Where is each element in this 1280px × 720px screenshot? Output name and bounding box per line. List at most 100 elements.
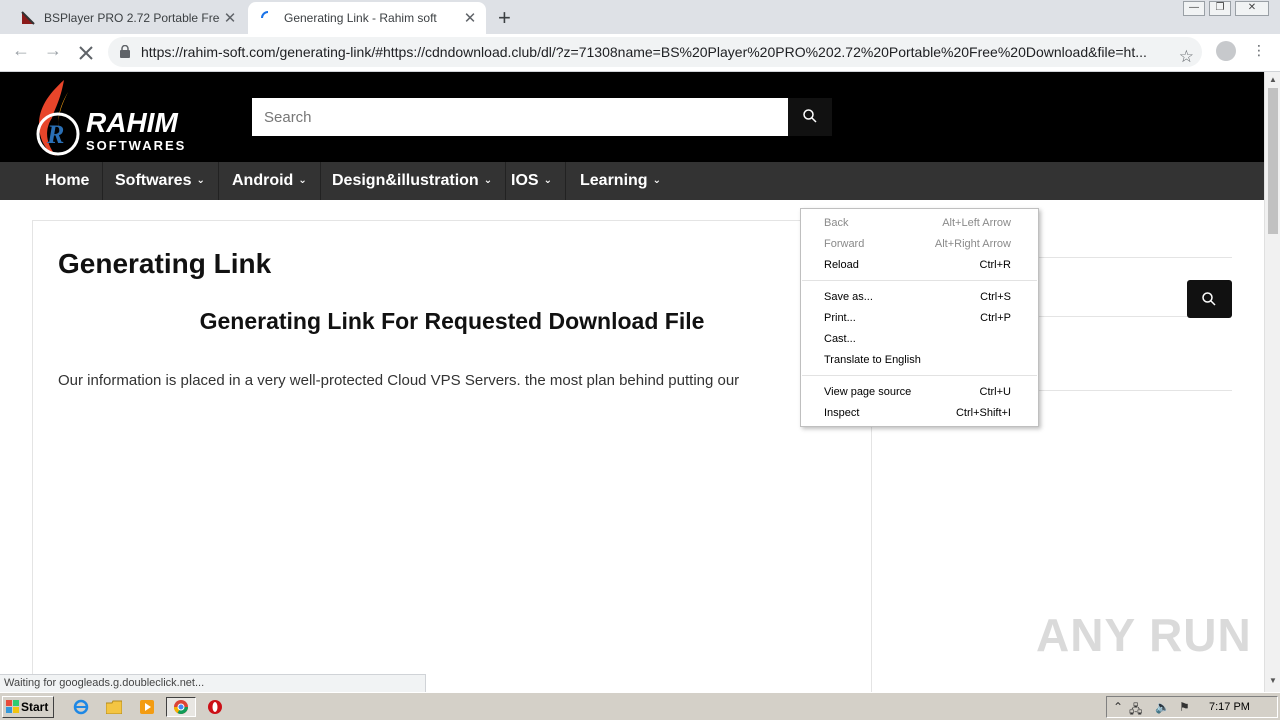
ctx-item-view-source[interactable]: View page source Ctrl+U bbox=[801, 382, 1038, 403]
tab-title: BSPlayer PRO 2.72 Portable Free Do bbox=[44, 11, 220, 25]
tab-close-icon[interactable]: ✕ bbox=[460, 9, 480, 27]
minimize-icon[interactable]: — bbox=[1183, 1, 1205, 16]
ctx-item-print[interactable]: Print... Ctrl+P bbox=[801, 308, 1038, 329]
tab-close-icon[interactable]: ✕ bbox=[220, 9, 240, 27]
start-label: Start bbox=[21, 700, 49, 714]
nav-item-ios[interactable]: IOS ⌄ bbox=[498, 162, 566, 200]
opera-icon[interactable] bbox=[204, 697, 226, 717]
action-center-flag-icon[interactable]: ⚑ bbox=[1179, 700, 1190, 714]
ctx-label: Back bbox=[824, 217, 849, 229]
forward-arrow-icon[interactable]: → bbox=[44, 40, 62, 61]
tab-generating-link[interactable]: Generating Link - Rahim soft ✕ bbox=[248, 2, 486, 34]
folder-icon[interactable] bbox=[103, 697, 125, 717]
window-close-icon[interactable]: ✕ bbox=[1235, 1, 1269, 16]
browser-toolbar: ← → https://rahim-soft.com/generating-li… bbox=[0, 34, 1280, 72]
chevron-down-icon: ⌄ bbox=[652, 175, 661, 186]
sidebar-search-input[interactable] bbox=[1038, 281, 1188, 317]
url-text: https://rahim-soft.com/generating-link/#… bbox=[141, 44, 1147, 60]
site-logo[interactable]: R RAHIM SOFTWARES bbox=[30, 78, 210, 158]
ctx-item-cast[interactable]: Cast... bbox=[801, 329, 1038, 350]
profile-avatar-icon[interactable] bbox=[1216, 41, 1236, 61]
ctx-shortcut: Ctrl+R bbox=[979, 259, 1011, 271]
ctx-shortcut: Ctrl+S bbox=[980, 291, 1011, 303]
windows-flag-icon bbox=[6, 700, 19, 713]
tab-title: Generating Link - Rahim soft bbox=[284, 11, 437, 25]
ctx-label: Reload bbox=[824, 259, 859, 271]
logo-letter: R bbox=[46, 120, 64, 149]
scroll-down-icon[interactable]: ▼ bbox=[1265, 676, 1280, 685]
ctx-item-inspect[interactable]: Inspect Ctrl+Shift+I bbox=[801, 403, 1038, 424]
search-input[interactable] bbox=[252, 98, 788, 136]
chrome-icon[interactable] bbox=[166, 697, 196, 717]
status-bar: Waiting for googleads.g.doubleclick.net.… bbox=[0, 674, 426, 692]
nav-label: Android bbox=[232, 172, 294, 189]
browser-menu-icon[interactable]: ⋮ bbox=[1252, 42, 1266, 59]
context-menu: Back Alt+Left Arrow Forward Alt+Right Arro… bbox=[800, 208, 1039, 427]
clock[interactable]: 7:17 PM bbox=[1209, 697, 1250, 717]
nav-item-home[interactable]: Home bbox=[32, 162, 104, 200]
ctx-label: Inspect bbox=[824, 407, 860, 419]
chevron-down-icon: ⌄ bbox=[543, 175, 552, 186]
loading-spinner-icon bbox=[261, 11, 269, 19]
scroll-thumb[interactable] bbox=[1268, 88, 1278, 234]
ctx-label: View page source bbox=[824, 386, 912, 398]
chevron-down-icon: ⌄ bbox=[298, 175, 307, 186]
tray-expand-icon[interactable]: ⌃ bbox=[1113, 700, 1123, 714]
chevron-down-icon: ⌄ bbox=[483, 175, 493, 186]
media-player-icon[interactable] bbox=[136, 697, 158, 717]
network-icon[interactable]: 🖧 bbox=[1129, 700, 1142, 720]
nav-label: Home bbox=[45, 172, 90, 189]
page-scrollbar[interactable]: ▲ ▼ bbox=[1264, 72, 1280, 692]
ctx-shortcut: Alt+Right Arrow bbox=[934, 238, 1011, 250]
ctx-label: Cast... bbox=[824, 333, 856, 345]
logo-sub-text: SOFTWARES bbox=[86, 138, 186, 153]
ctx-label: Forward bbox=[824, 238, 865, 250]
bsplayer-favicon-icon bbox=[21, 11, 35, 25]
main-nav: Home Softwares ⌄ Android ⌄ Design&illustra… bbox=[0, 162, 1264, 200]
nav-label: Softwares bbox=[115, 172, 192, 189]
bookmark-star-icon[interactable]: ☆ bbox=[1179, 42, 1194, 67]
nav-item-design[interactable]: Design&illustration ⌄ bbox=[319, 162, 507, 200]
stop-loading-icon[interactable] bbox=[77, 44, 95, 62]
tab-strip: BSPlayer PRO 2.72 Portable Free Do ✕ Gen… bbox=[0, 0, 1280, 34]
article-subheading: Generating Link For Requested Download F… bbox=[199, 308, 705, 334]
ctx-item-reload[interactable]: Reload Ctrl+R bbox=[801, 255, 1038, 276]
new-tab-button[interactable]: + bbox=[498, 5, 511, 31]
ctx-label: Print... bbox=[824, 312, 856, 324]
lock-icon[interactable] bbox=[120, 45, 130, 58]
header-search bbox=[252, 98, 832, 136]
tab-bsplayer[interactable]: BSPlayer PRO 2.72 Portable Free Do ✕ bbox=[8, 2, 246, 34]
ctx-shortcut: Ctrl+Shift+I bbox=[955, 407, 1011, 419]
site-header: R RAHIM SOFTWARES bbox=[0, 72, 1264, 162]
ctx-item-save-as[interactable]: Save as... Ctrl+S bbox=[801, 287, 1038, 308]
ctx-shortcut: Alt+Left Arrow bbox=[942, 217, 1011, 229]
volume-icon[interactable]: 🔈 bbox=[1155, 700, 1170, 714]
nav-label: Learning bbox=[580, 172, 648, 189]
article-paragraph: Our information is placed in a very well… bbox=[58, 372, 740, 389]
back-arrow-icon[interactable]: ← bbox=[12, 40, 30, 61]
sidebar-search-button[interactable] bbox=[1187, 280, 1232, 318]
address-bar[interactable]: https://rahim-soft.com/generating-link/#… bbox=[108, 37, 1202, 67]
scroll-up-icon[interactable]: ▲ bbox=[1265, 75, 1280, 84]
nav-item-android[interactable]: Android ⌄ bbox=[219, 162, 321, 200]
restore-icon[interactable]: ❐ bbox=[1209, 1, 1231, 16]
ctx-item-translate[interactable]: Translate to English bbox=[801, 350, 1038, 371]
web-page: R RAHIM SOFTWARES Home Softwares ⌄ Androi… bbox=[0, 72, 1264, 692]
ctx-shortcut: Ctrl+P bbox=[980, 312, 1011, 324]
search-icon bbox=[1202, 292, 1216, 306]
search-button[interactable] bbox=[788, 98, 832, 136]
nav-item-learning[interactable]: Learning ⌄ bbox=[567, 162, 674, 200]
anyrun-watermark: ANY RUN bbox=[1036, 609, 1252, 661]
page-title: Generating Link bbox=[58, 248, 272, 279]
nav-label: Design&illustration bbox=[332, 172, 479, 189]
ie-icon[interactable] bbox=[70, 697, 92, 717]
chevron-down-icon: ⌄ bbox=[196, 175, 205, 186]
system-tray: ⌃ 🖧 🔈 ⚑ 7:17 PM bbox=[1106, 696, 1278, 718]
ctx-item-forward[interactable]: Forward Alt+Right Arrow bbox=[801, 234, 1038, 255]
nav-item-softwares[interactable]: Softwares ⌄ bbox=[102, 162, 219, 200]
ctx-shortcut: Ctrl+U bbox=[979, 386, 1011, 398]
ctx-item-back[interactable]: Back Alt+Left Arrow bbox=[801, 213, 1038, 234]
taskbar: Start ⌃ 🖧 🔈 ⚑ 7:17 PM bbox=[0, 692, 1280, 720]
ctx-label: Translate to English bbox=[824, 354, 921, 366]
start-button[interactable]: Start bbox=[2, 696, 54, 718]
